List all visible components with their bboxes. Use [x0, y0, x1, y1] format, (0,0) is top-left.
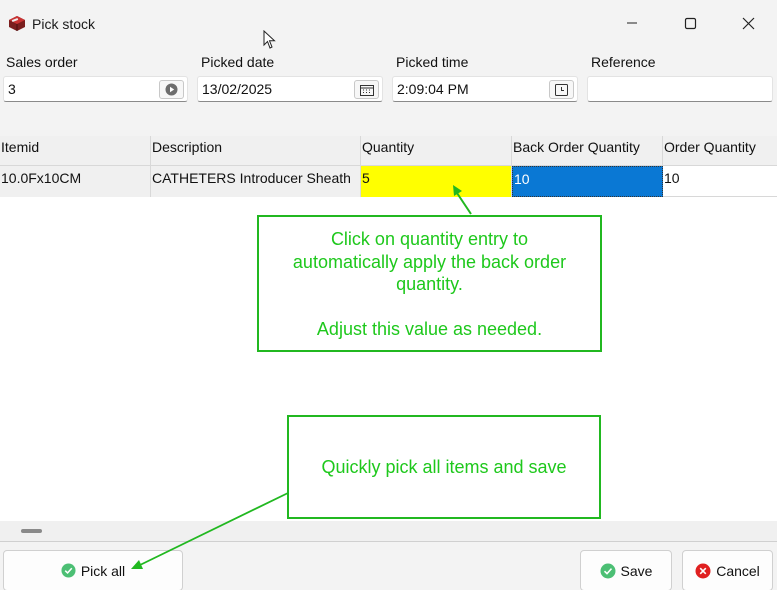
picked-time-label: Picked time	[396, 54, 469, 70]
pick-stock-window: Pick stock Sales order 3 Picked date 13/…	[0, 0, 777, 590]
title-bar: Pick stock	[0, 0, 777, 46]
pick-all-button[interactable]: Pick all	[3, 550, 183, 590]
picked-time-value: 2:09:04 PM	[397, 81, 469, 97]
quantity-tip-line-4: Adjust this value as needed.	[316, 318, 543, 339]
save-label: Save	[620, 562, 653, 579]
cell-order-quantity[interactable]: 10	[663, 166, 777, 197]
quantity-tip-callout: Click on quantity entry to automatically…	[257, 215, 602, 352]
cell-itemid[interactable]: 10.0Fx10CM	[0, 166, 151, 197]
column-header-order-quantity[interactable]: Order Quantity	[663, 136, 777, 166]
check-circle-icon	[61, 563, 76, 578]
picked-date-picker-button[interactable]	[354, 80, 379, 99]
cell-description[interactable]: CATHETERS Introducer Sheath	[151, 166, 361, 197]
grid-header: Itemid Description Quantity Back Order Q…	[0, 136, 777, 166]
quantity-tip-line-2: automatically apply the back order	[292, 251, 567, 272]
sales-order-lookup-button[interactable]	[159, 80, 184, 99]
close-button[interactable]	[719, 0, 777, 46]
sales-order-value: 3	[8, 81, 16, 97]
save-button[interactable]: Save	[580, 550, 672, 590]
cell-back-order-quantity[interactable]: 10	[512, 166, 663, 197]
picked-time-field[interactable]: 2:09:04 PM	[392, 76, 578, 102]
column-header-back-order-quantity[interactable]: Back Order Quantity	[512, 136, 663, 166]
cell-quantity[interactable]: 5	[361, 166, 512, 197]
quantity-tip-line-1: Click on quantity entry to	[330, 229, 529, 249]
maximize-icon	[684, 17, 696, 29]
check-circle-icon	[600, 563, 616, 578]
window-title: Pick stock	[32, 16, 96, 32]
picked-date-field[interactable]: 13/02/2025	[197, 76, 383, 102]
pick-all-tip-callout: Quickly pick all items and save	[287, 415, 601, 519]
column-header-description[interactable]: Description	[151, 136, 361, 166]
minimize-button[interactable]	[603, 0, 661, 46]
cancel-label: Cancel	[716, 562, 760, 579]
column-header-quantity[interactable]: Quantity	[361, 136, 512, 166]
picked-time-picker-button[interactable]	[549, 80, 574, 99]
horizontal-scrollbar[interactable]	[0, 521, 777, 541]
quantity-tip-line-3: quantity.	[396, 274, 463, 294]
table-row[interactable]: 10.0Fx10CM CATHETERS Introducer Sheath 5…	[0, 166, 777, 197]
maximize-button[interactable]	[661, 0, 719, 46]
cancel-circle-icon	[695, 563, 711, 578]
reference-label: Reference	[591, 54, 656, 70]
column-header-itemid[interactable]: Itemid	[0, 136, 151, 166]
pick-all-tip-text: Quickly pick all items and save	[321, 457, 567, 477]
clock-icon	[555, 83, 568, 96]
mouse-cursor-icon	[263, 30, 276, 49]
sales-order-field[interactable]: 3	[3, 76, 188, 102]
scrollbar-thumb[interactable]	[21, 529, 42, 533]
reference-field[interactable]	[587, 76, 773, 102]
play-circle-icon	[165, 83, 178, 96]
cancel-button[interactable]: Cancel	[682, 550, 773, 590]
bottom-toolbar: Pick all Save Cancel	[0, 541, 777, 590]
cash-register-icon	[9, 16, 25, 31]
minimize-icon	[627, 22, 637, 24]
pick-all-label: Pick all	[80, 562, 126, 579]
calendar-icon	[359, 84, 374, 96]
sales-order-label: Sales order	[6, 54, 78, 70]
picked-date-label: Picked date	[201, 54, 275, 70]
picked-date-value: 13/02/2025	[202, 81, 273, 97]
close-icon	[742, 17, 754, 29]
